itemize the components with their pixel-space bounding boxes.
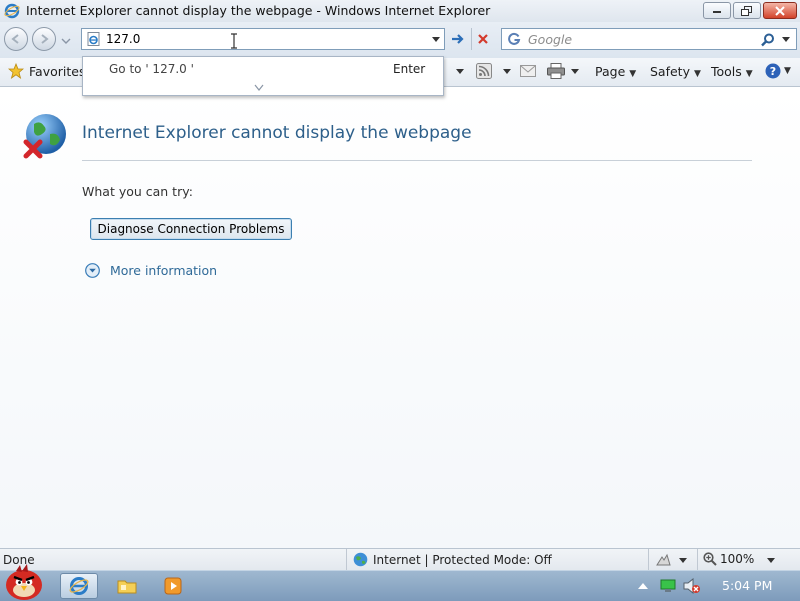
help-icon: ? — [765, 63, 781, 79]
start-button-angry-bird-icon[interactable] — [2, 563, 46, 601]
zoom-icon — [703, 552, 717, 566]
print-icon[interactable] — [547, 63, 565, 79]
what-you-can-try-label: What you can try: — [82, 184, 193, 199]
error-page: Internet Explorer cannot display the web… — [0, 87, 800, 548]
close-button[interactable] — [763, 2, 797, 19]
address-bar[interactable]: 127.0 — [81, 28, 445, 50]
google-logo-icon — [508, 32, 521, 45]
search-icon[interactable] — [761, 33, 775, 47]
tools-menu-label: Tools — [711, 64, 742, 79]
chevron-down-icon: ▼ — [693, 69, 701, 79]
search-placeholder: Google — [528, 32, 573, 47]
page-menu[interactable]: Page ▼ — [595, 64, 636, 79]
more-information-link[interactable]: More information — [85, 263, 217, 278]
chevron-down-icon: ▼ — [784, 66, 791, 76]
goto-suggestion[interactable]: Go to ' 127.0 ' — [109, 62, 194, 76]
chevron-down-icon: ▼ — [745, 69, 753, 79]
recent-pages-dropdown[interactable] — [61, 34, 71, 48]
chevron-down-icon[interactable] — [503, 69, 511, 75]
internet-explorer-icon — [69, 577, 89, 595]
security-zone-text[interactable]: Internet | Protected Mode: Off — [373, 553, 552, 567]
chevron-down-icon — [61, 38, 71, 44]
taskbar-internet-explorer[interactable] — [60, 573, 98, 599]
safety-menu[interactable]: Safety ▼ — [650, 64, 701, 79]
svg-text:?: ? — [770, 65, 776, 78]
network-icon[interactable] — [660, 579, 676, 593]
restore-button[interactable] — [733, 2, 761, 19]
diagnose-connection-button[interactable]: Diagnose Connection Problems — [90, 218, 292, 240]
chevron-down-icon[interactable] — [571, 69, 579, 75]
safety-menu-label: Safety — [650, 64, 690, 79]
volume-muted-icon[interactable] — [683, 578, 701, 594]
go-button[interactable] — [446, 28, 470, 50]
search-box[interactable]: Google — [501, 28, 797, 50]
more-information-label: More information — [110, 263, 218, 278]
search-options-icon[interactable] — [781, 36, 791, 44]
status-divider — [346, 549, 347, 571]
page-menu-label: Page — [595, 64, 626, 79]
status-divider — [648, 549, 649, 571]
forward-arrow-icon — [41, 34, 49, 44]
address-input[interactable]: 127.0 — [106, 32, 140, 46]
expand-circle-icon — [85, 263, 100, 278]
chevron-down-icon: ▼ — [629, 69, 637, 79]
expand-suggestions-icon[interactable] — [254, 84, 264, 91]
zoom-control[interactable]: 100% — [703, 552, 754, 566]
taskbar-clock[interactable]: 5:04 PM — [722, 578, 772, 593]
rss-feed-icon[interactable] — [476, 63, 492, 79]
chevron-down-icon[interactable] — [767, 558, 775, 564]
help-menu[interactable]: ? ▼ — [765, 63, 791, 79]
taskbar-media-player[interactable] — [154, 573, 192, 599]
add-ons-icon[interactable] — [655, 553, 671, 567]
favorites-label: Favorites — [29, 63, 86, 79]
media-player-icon — [164, 577, 182, 595]
status-bar: Done Internet | Protected Mode: Off 100% — [0, 548, 800, 571]
go-arrow-icon — [452, 34, 464, 44]
show-hidden-icons-icon[interactable] — [638, 582, 648, 589]
globe-error-icon — [23, 114, 66, 159]
title-bar[interactable]: Internet Explorer cannot display the web… — [0, 0, 800, 23]
internet-explorer-icon — [4, 3, 20, 19]
restore-icon — [741, 5, 752, 16]
favorites-button[interactable]: Favorites — [8, 63, 85, 79]
error-heading: Internet Explorer cannot display the web… — [82, 123, 472, 143]
minimize-icon — [713, 10, 721, 13]
window-title: Internet Explorer cannot display the web… — [26, 3, 491, 18]
tools-menu[interactable]: Tools ▼ — [711, 64, 753, 79]
address-autocomplete[interactable]: Go to ' 127.0 ' Enter — [82, 56, 444, 96]
folder-icon — [117, 580, 137, 594]
read-mail-icon[interactable] — [520, 64, 536, 78]
back-arrow-icon — [11, 34, 19, 44]
forward-button[interactable] — [32, 27, 56, 51]
text-cursor-icon — [231, 33, 237, 49]
page-icon — [87, 32, 100, 46]
address-dropdown-icon[interactable] — [431, 36, 441, 44]
chevron-down-icon[interactable] — [679, 558, 687, 564]
chevron-down-icon[interactable] — [456, 69, 464, 75]
status-divider — [697, 549, 698, 571]
enter-hint: Enter — [393, 62, 426, 76]
zoom-level: 100% — [720, 552, 755, 566]
minimize-button[interactable] — [703, 2, 731, 19]
heading-divider — [82, 160, 752, 161]
taskbar: 5:04 PM — [0, 564, 800, 601]
stop-icon — [478, 34, 488, 44]
internet-zone-globe-icon — [353, 552, 368, 567]
star-icon — [8, 63, 24, 79]
taskbar-file-explorer[interactable] — [108, 573, 146, 599]
navigation-bar: 127.0 Google — [0, 22, 800, 58]
stop-button[interactable] — [471, 28, 494, 50]
back-button[interactable] — [4, 27, 28, 51]
close-icon — [775, 5, 785, 16]
